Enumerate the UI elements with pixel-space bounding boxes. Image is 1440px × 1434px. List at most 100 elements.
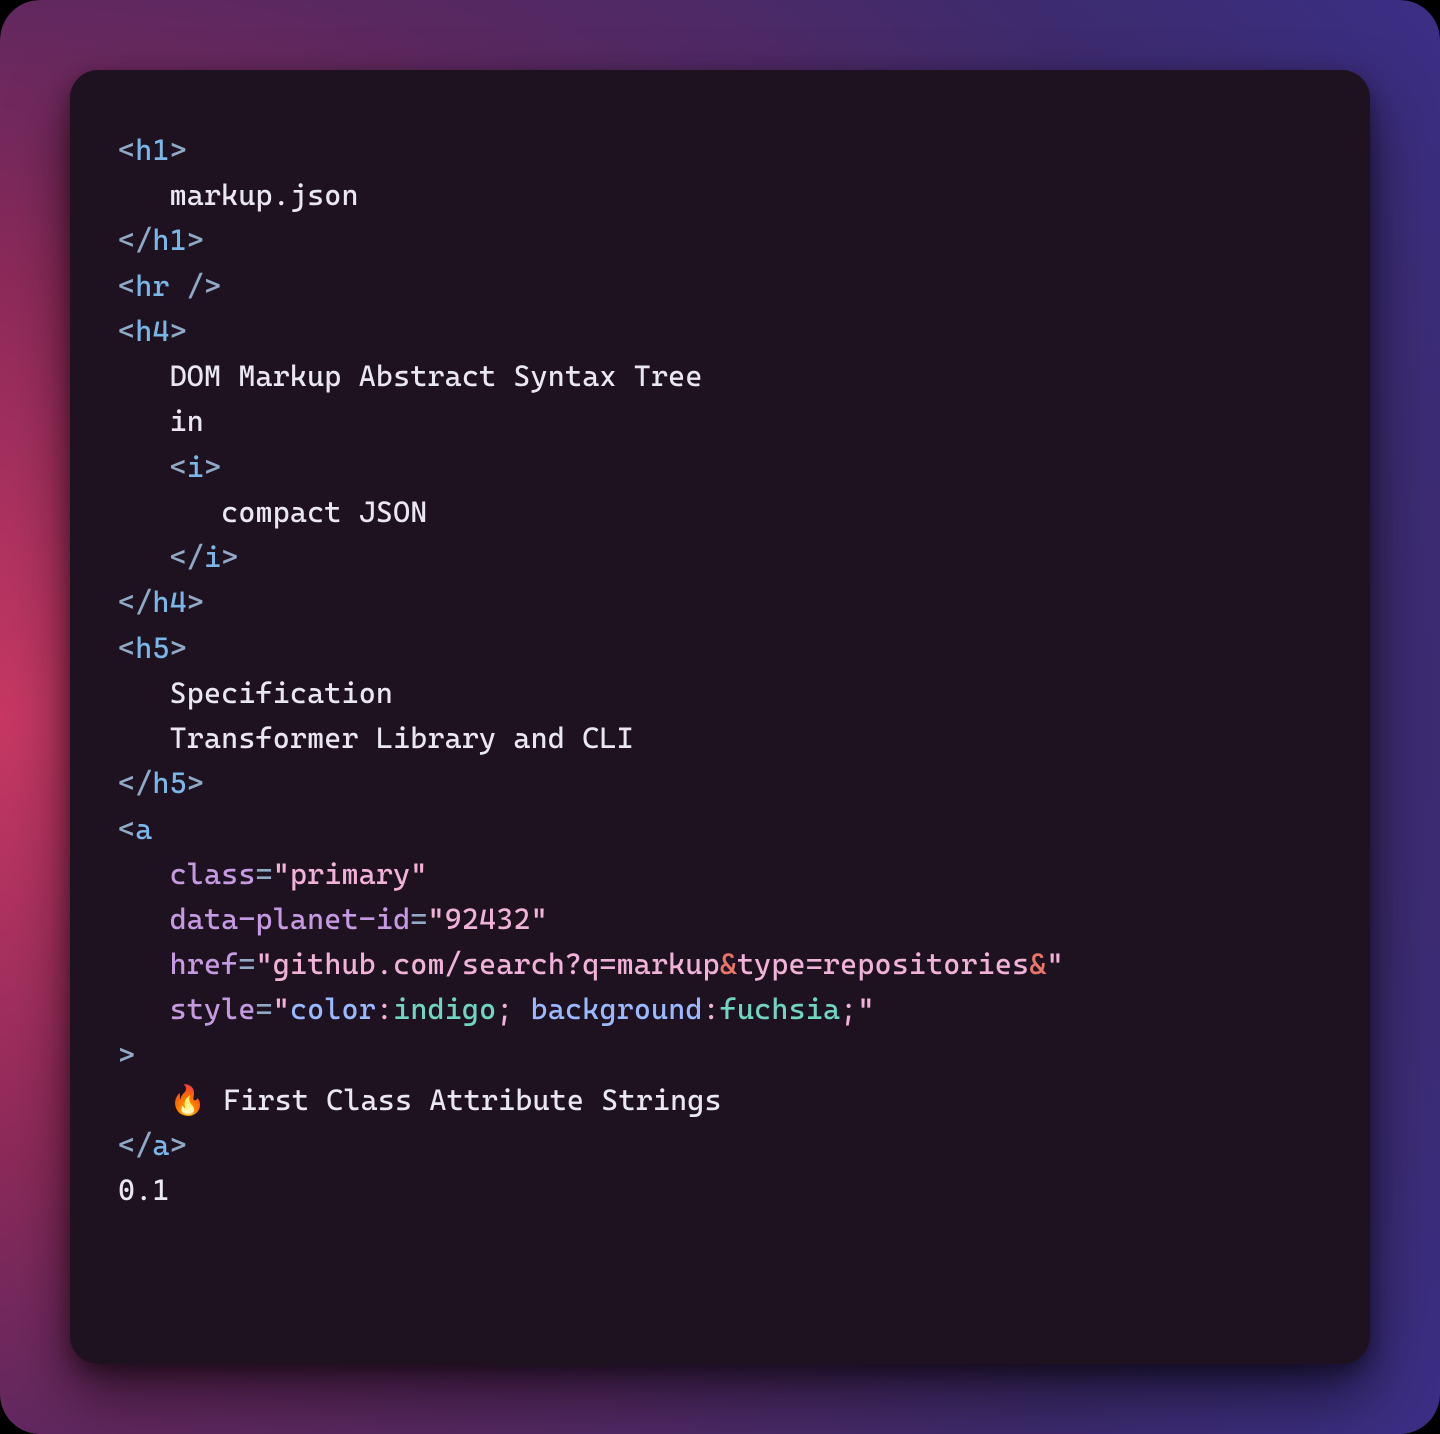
- token-st: :: [376, 992, 393, 1026]
- token-p: <: [118, 631, 135, 665]
- token-tg: h1: [135, 133, 169, 167]
- indent: [118, 857, 170, 891]
- code-line: style="color:indigo; background:fuchsia;…: [118, 992, 875, 1026]
- token-p: >: [204, 450, 221, 484]
- token-p: >: [170, 631, 187, 665]
- code-line: markup.json: [118, 178, 359, 212]
- code-line: DOM Markup Abstract Syntax Tree: [118, 359, 703, 393]
- token-st: "primary": [273, 857, 428, 891]
- code-line: <h5>: [118, 631, 187, 665]
- token-p: >: [187, 766, 204, 800]
- token-st: ": [273, 992, 290, 1026]
- token-tg: h4: [135, 314, 169, 348]
- token-st: ": [256, 947, 273, 981]
- token-p: <: [118, 314, 135, 348]
- token-p: <: [118, 133, 135, 167]
- token-st: :: [703, 992, 720, 1026]
- code-line: <a: [118, 812, 152, 846]
- code-line: </i>: [118, 540, 238, 574]
- token-p: </: [118, 766, 152, 800]
- token-nm: 0.1: [118, 1173, 170, 1207]
- token-at: style: [170, 992, 256, 1026]
- indent: [118, 676, 170, 710]
- token-tg: a: [135, 812, 152, 846]
- token-kv: fuchsia: [720, 992, 840, 1026]
- indent: [118, 404, 170, 438]
- token-tx: Specification: [170, 676, 394, 710]
- token-st: type=repositories: [737, 947, 1029, 981]
- token-tg: h4: [152, 585, 186, 619]
- indent: [118, 540, 170, 574]
- token-p: >: [170, 1128, 187, 1162]
- token-p: =: [256, 857, 273, 891]
- token-at: href: [170, 947, 239, 981]
- token-p: </: [118, 585, 152, 619]
- token-p: </: [170, 540, 204, 574]
- token-tx: in: [170, 404, 204, 438]
- token-p: =: [410, 902, 427, 936]
- code-line: href="github.com/search?q=markup&type=re…: [118, 947, 1064, 981]
- token-tx: DOM Markup Abstract Syntax Tree: [170, 359, 703, 393]
- code-line: <h1>: [118, 133, 187, 167]
- indent: [118, 1083, 170, 1117]
- token-kv: indigo: [393, 992, 496, 1026]
- code-line: </a>: [118, 1128, 187, 1162]
- code-line: compact JSON: [118, 495, 427, 529]
- token-p: <: [170, 450, 187, 484]
- token-kk: color: [290, 992, 376, 1026]
- token-st: github.com/search?q=markup: [273, 947, 720, 981]
- token-p: </: [118, 223, 152, 257]
- token-p: >: [170, 314, 187, 348]
- token-p: <: [118, 269, 135, 303]
- token-p: =: [256, 992, 273, 1026]
- token-tg: h5: [135, 631, 169, 665]
- token-st: "92432": [427, 902, 547, 936]
- indent: [118, 178, 170, 212]
- token-st: ;: [496, 992, 530, 1026]
- code-line: </h1>: [118, 223, 204, 257]
- code-line: in: [118, 404, 204, 438]
- indent: [118, 495, 221, 529]
- token-tg: h5: [152, 766, 186, 800]
- token-p: >: [118, 1038, 135, 1072]
- indent: [118, 947, 170, 981]
- token-am: &: [1029, 947, 1046, 981]
- token-tx: markup.json: [170, 178, 359, 212]
- code-line: <i>: [118, 450, 221, 484]
- code-line: 0.1: [118, 1173, 170, 1207]
- code-line: <h4>: [118, 314, 187, 348]
- token-p: <: [118, 812, 135, 846]
- token-am: &: [720, 947, 737, 981]
- token-tx: Transformer Library and CLI: [170, 721, 634, 755]
- indent: [118, 450, 170, 484]
- token-at: class: [170, 857, 256, 891]
- gradient-frame: <h1> markup.json </h1> <hr /> <h4> DOM M…: [0, 0, 1440, 1434]
- indent: [118, 721, 170, 755]
- code-line: class="primary": [118, 857, 427, 891]
- code-line: 🔥 First Class Attribute Strings: [118, 1083, 722, 1117]
- token-tg: i: [204, 540, 221, 574]
- token-p: >: [187, 585, 204, 619]
- code-line: Specification: [118, 676, 393, 710]
- token-tx: compact JSON: [221, 495, 427, 529]
- token-p: >: [170, 133, 187, 167]
- indent: [118, 359, 170, 393]
- code-line: Transformer Library and CLI: [118, 721, 634, 755]
- code-line: </h5>: [118, 766, 204, 800]
- canvas: <h1> markup.json </h1> <hr /> <h4> DOM M…: [0, 0, 1440, 1434]
- code-block: <h1> markup.json </h1> <hr /> <h4> DOM M…: [118, 128, 1322, 1214]
- code-panel: <h1> markup.json </h1> <hr /> <h4> DOM M…: [70, 70, 1370, 1364]
- token-tg: i: [187, 450, 204, 484]
- code-line: >: [118, 1038, 135, 1072]
- token-tg: a: [152, 1128, 169, 1162]
- token-tx: 🔥 First Class Attribute Strings: [170, 1083, 722, 1117]
- indent: [118, 992, 170, 1026]
- token-tg: hr: [135, 269, 169, 303]
- code-line: <hr />: [118, 269, 221, 303]
- token-p: >: [221, 540, 238, 574]
- token-kk: background: [531, 992, 703, 1026]
- token-p: </: [118, 1128, 152, 1162]
- token-p: >: [187, 223, 204, 257]
- token-st: ;": [840, 992, 874, 1026]
- token-tg: h1: [152, 223, 186, 257]
